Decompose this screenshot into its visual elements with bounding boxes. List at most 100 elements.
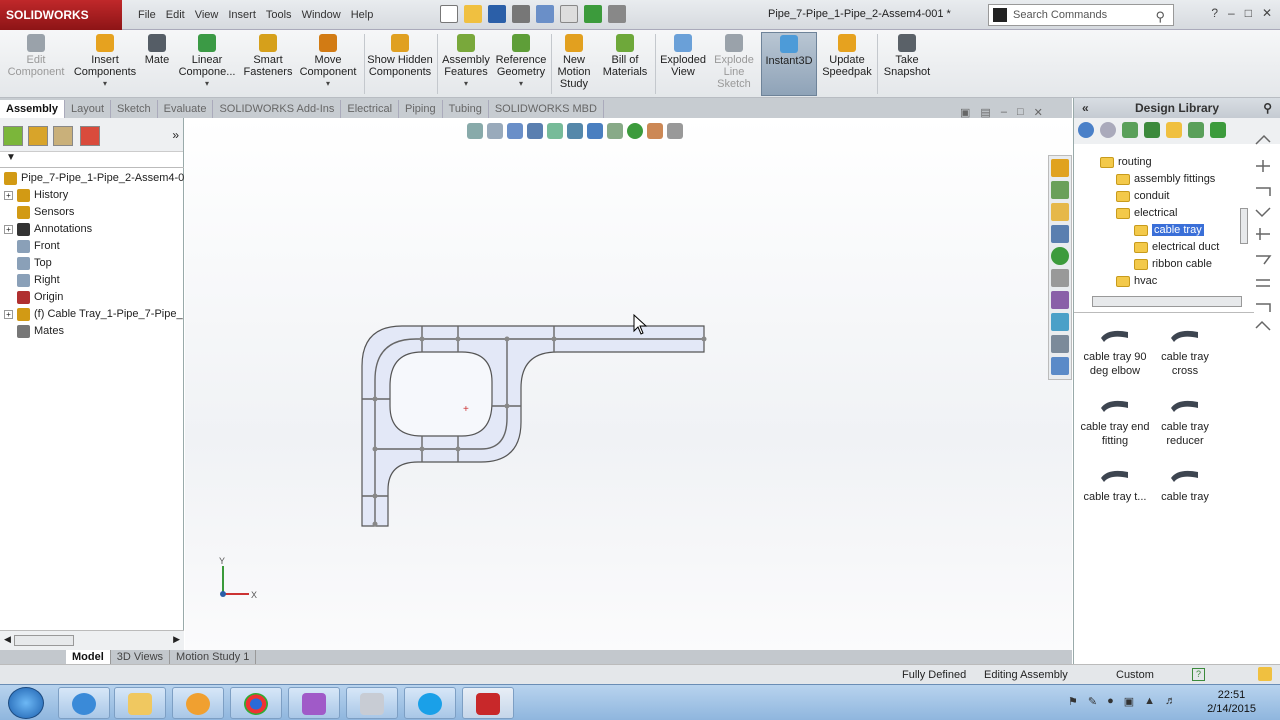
mate-button[interactable]: Mate: [142, 32, 172, 96]
tray-network-icon[interactable]: ▲: [1144, 695, 1155, 708]
tab-mbd[interactable]: SOLIDWORKS MBD: [489, 100, 604, 118]
taskbar-calculator[interactable]: [346, 687, 398, 719]
view-palette-icon[interactable]: [1051, 291, 1069, 309]
create-folder-icon[interactable]: [1166, 122, 1182, 138]
tree-item[interactable]: +Top: [0, 255, 184, 272]
taskbar-pen[interactable]: [288, 687, 340, 719]
library-item[interactable]: cable tray t...: [1078, 464, 1152, 504]
tray-display-icon[interactable]: ▣: [1124, 695, 1134, 708]
tab-evaluate[interactable]: Evaluate: [158, 100, 214, 118]
viewport-tile-icon[interactable]: ▤: [980, 106, 990, 119]
viewport-maximize-icon[interactable]: □: [1017, 106, 1024, 119]
viewport-close-icon[interactable]: ✕: [1034, 106, 1043, 119]
library-folder[interactable]: hvac: [1116, 273, 1157, 290]
tab-electrical[interactable]: Electrical: [341, 100, 400, 118]
taskbar-ie[interactable]: [58, 687, 110, 719]
tree-item[interactable]: + History: [0, 187, 184, 204]
library-folder[interactable]: assembly fittings: [1116, 171, 1215, 188]
print-icon[interactable]: [512, 5, 530, 23]
expand-toggle-icon[interactable]: +: [4, 309, 13, 319]
search-icon[interactable]: ⚲: [1155, 7, 1165, 27]
routing-library-icon[interactable]: [1051, 335, 1069, 353]
explode-line-sketch-button[interactable]: Explode Line Sketch: [710, 32, 758, 96]
refresh-icon[interactable]: [1188, 122, 1204, 138]
menu-help[interactable]: Help: [351, 0, 384, 30]
tree-item[interactable]: + Annotations: [0, 221, 184, 238]
show-hidden-components-button[interactable]: Show Hidden Components: [366, 32, 434, 96]
menu-tools[interactable]: Tools: [266, 0, 302, 30]
feature-tree-scrollbar[interactable]: ◀ ▶: [0, 630, 184, 650]
tab-piping[interactable]: Piping: [399, 100, 443, 118]
home-icon[interactable]: [1051, 159, 1069, 177]
filter-icon[interactable]: ▼: [6, 152, 16, 163]
open-folder-icon[interactable]: [464, 5, 482, 23]
tray-skype-icon[interactable]: ●: [1107, 695, 1114, 708]
menu-insert[interactable]: Insert: [228, 0, 266, 30]
reference-geometry-button[interactable]: Reference Geometry ▾: [494, 32, 548, 96]
expand-chevron-icon[interactable]: »: [172, 128, 179, 142]
restore-icon[interactable]: □: [1245, 6, 1252, 20]
library-folder[interactable]: conduit: [1116, 188, 1169, 205]
tree-item[interactable]: +Sensors: [0, 204, 184, 221]
toolbox-icon[interactable]: [1051, 357, 1069, 375]
library-folder[interactable]: electrical: [1116, 205, 1177, 222]
viewport-minimize-icon[interactable]: –: [1001, 106, 1007, 119]
instant3d-button[interactable]: Instant3D: [761, 32, 817, 96]
tree-filter[interactable]: ▼: [0, 152, 184, 168]
tab-assembly[interactable]: Assembly: [0, 100, 65, 118]
edit-component-button[interactable]: Edit Component: [4, 32, 68, 96]
graphics-area[interactable]: + Y X: [185, 118, 1072, 650]
tray-volume-icon[interactable]: ♬: [1165, 695, 1176, 708]
library-folder[interactable]: electrical duct: [1134, 239, 1219, 256]
rebuild-icon[interactable]: [584, 5, 602, 23]
feature-manager-tab-icon[interactable]: [3, 126, 23, 146]
smart-fasteners-button[interactable]: Smart Fasteners: [242, 32, 294, 96]
cable-tray-model[interactable]: + Y X: [185, 118, 1072, 650]
new-motion-study-button[interactable]: New Motion Study: [554, 32, 594, 96]
bill-of-materials-button[interactable]: Bill of Materials: [598, 32, 652, 96]
help-status-icon[interactable]: ?: [1192, 668, 1205, 681]
tree-item[interactable]: +Origin: [0, 289, 184, 306]
options-icon[interactable]: [608, 5, 626, 23]
library-folder[interactable]: ribbon cable: [1134, 256, 1212, 273]
tab-model[interactable]: Model: [66, 650, 111, 664]
tree-item[interactable]: +Right: [0, 272, 184, 289]
horizontal-scroll-thumb[interactable]: [14, 635, 74, 646]
taskbar-chrome[interactable]: [230, 687, 282, 719]
taskbar-skype[interactable]: [404, 687, 456, 719]
library-tree-hscroll[interactable]: [1092, 296, 1242, 307]
start-button[interactable]: [8, 687, 44, 719]
add-to-library-icon[interactable]: [1122, 122, 1138, 138]
tab-layout[interactable]: Layout: [65, 100, 112, 118]
library-item[interactable]: cable tray cross: [1148, 324, 1222, 378]
library-folder[interactable]: routing: [1100, 154, 1152, 171]
library-item[interactable]: cable tray reducer: [1148, 394, 1222, 448]
forward-icon[interactable]: [1100, 122, 1116, 138]
take-snapshot-button[interactable]: Take Snapshot: [880, 32, 934, 96]
library-item[interactable]: cable tray end fitting: [1078, 394, 1152, 448]
minimize-icon[interactable]: –: [1228, 6, 1235, 20]
file-explorer-icon[interactable]: [1051, 225, 1069, 243]
linear-component-pattern-button[interactable]: Linear Compone... ▾: [174, 32, 240, 96]
design-library-tab-icon[interactable]: [1051, 203, 1069, 221]
library-tree-vscroll[interactable]: [1240, 208, 1248, 244]
expand-toggle-icon[interactable]: +: [4, 190, 13, 200]
tray-pen-icon[interactable]: ✎: [1088, 695, 1097, 708]
library-item[interactable]: cable tray 90 deg elbow: [1078, 324, 1152, 378]
tab-tubing[interactable]: Tubing: [443, 100, 489, 118]
scroll-left-icon[interactable]: ◀: [4, 634, 11, 645]
display-manager-tab-icon[interactable]: [80, 126, 100, 146]
tab-sketch[interactable]: Sketch: [111, 100, 158, 118]
pin-icon[interactable]: ⚲: [1263, 98, 1272, 118]
menu-file[interactable]: File: [138, 0, 166, 30]
assembly-features-button[interactable]: Assembly Features ▾: [440, 32, 492, 96]
tree-item[interactable]: Pipe_7-Pipe_1-Pipe_2-Assem4-00: [0, 170, 184, 187]
property-manager-tab-icon[interactable]: [28, 126, 48, 146]
tray-flag-icon[interactable]: ⚑: [1068, 695, 1078, 708]
close-icon[interactable]: ✕: [1262, 6, 1272, 20]
tree-item[interactable]: + (f) Cable Tray_1-Pipe_7-Pipe_: [0, 306, 184, 323]
tree-item[interactable]: +Mates: [0, 323, 184, 340]
tab-3d-views[interactable]: 3D Views: [111, 650, 171, 664]
up-one-level-icon[interactable]: [1210, 122, 1226, 138]
menu-edit[interactable]: Edit: [166, 0, 195, 30]
